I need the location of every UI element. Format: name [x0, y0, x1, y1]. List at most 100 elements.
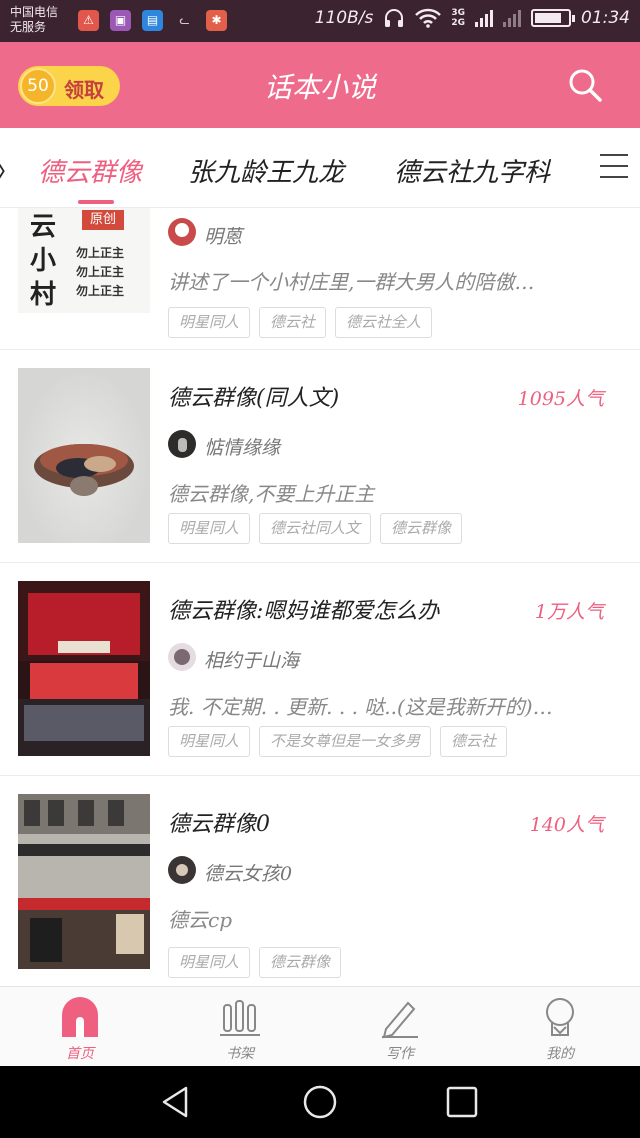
book-description: 德云cp [168, 908, 233, 932]
network-type-3g: 3G [451, 8, 465, 18]
author-avatar [168, 643, 196, 671]
cover-char-3: 村 [30, 280, 57, 310]
tag[interactable]: 德云群像 [259, 947, 342, 978]
notification-icons: ⚠ ▣ ▤ ᓚ ✱ [78, 10, 227, 31]
clock: 01:34 [581, 8, 630, 28]
cover-badge: 原创 [82, 210, 124, 230]
pencil-icon [382, 1001, 418, 1039]
nav-home-label: 首页 [66, 1046, 94, 1062]
book-title: 德云群像:嗯妈谁都爱怎么办 [168, 599, 440, 624]
book-item[interactable]: 德云群像:嗯妈谁都爱怎么办 1万人气 相约于山海 我. 不定期. . 更新. .… [0, 563, 640, 776]
no-signal-icon [503, 9, 521, 27]
cover-street-photo [18, 794, 150, 969]
system-nav-bar [0, 1066, 640, 1138]
author-name: 德云女孩0 [204, 863, 293, 885]
author-avatar [168, 430, 196, 458]
tag[interactable]: 明星同人 [168, 513, 251, 544]
app-title: 话本小说 [263, 71, 376, 104]
cover-title-text: 云 小 村 [30, 210, 56, 312]
home-circle-icon[interactable] [302, 1084, 338, 1120]
book-cover [18, 581, 150, 756]
menu-icon[interactable] [600, 154, 628, 180]
cat-app-icon: ᓚ [179, 13, 190, 27]
wifi-icon [415, 8, 442, 28]
cover-notice-line: 勿上正主 [76, 265, 125, 279]
service-status: 无服务 [10, 20, 47, 34]
back-icon[interactable] [158, 1084, 194, 1120]
status-right: 110B/s 3G 2G 01:34 [315, 8, 630, 28]
net-speed: 110B/s [314, 8, 374, 28]
tag[interactable]: 德云社同人文 [259, 513, 372, 544]
recents-icon[interactable] [444, 1084, 480, 1120]
signal-icon [475, 9, 493, 27]
book-list: 云 小 村 原创 勿上正主 勿上正主 勿上正主 明蒽 讲述了一个小村庄里,一群大… [0, 208, 640, 986]
book-cover: 云 小 村 原创 勿上正主 勿上正主 勿上正主 [18, 208, 150, 313]
popularity-count: 1095人气 [517, 388, 604, 410]
tag[interactable]: 德云群像 [380, 513, 463, 544]
book-item[interactable]: 云 小 村 原创 勿上正主 勿上正主 勿上正主 明蒽 讲述了一个小村庄里,一群大… [0, 208, 640, 350]
book-title: 德云群像(同人文) [168, 386, 340, 411]
sim-app-icon: ▤ [142, 10, 163, 31]
carrier-name: 中国电信 [10, 5, 59, 19]
tag[interactable]: 德云社全人 [335, 307, 433, 338]
cover-group-photo [34, 444, 134, 496]
cover-notice-line: 勿上正主 [76, 246, 125, 260]
profile-icon [546, 998, 574, 1036]
book-tags: 明星同人 德云社 德云社全人 [168, 307, 433, 338]
nav-profile[interactable]: 我的 [480, 987, 640, 1067]
carrier-info: 中国电信 无服务 [10, 5, 58, 35]
battery-icon [531, 9, 575, 27]
network-type-2g: 2G [451, 18, 465, 28]
author-name: 相约于山海 [204, 650, 300, 672]
headphones-icon [385, 9, 404, 27]
nav-profile-label: 我的 [546, 1046, 574, 1062]
book-cover [18, 794, 150, 969]
book-title: 德云群像0 [168, 812, 270, 837]
app-header: 50 领取 话本小说 [0, 42, 640, 128]
warning-app-icon: ⚠ [78, 10, 99, 31]
status-bar: 中国电信 无服务 ⚠ ▣ ▤ ᓚ ✱ 110B/s 3G 2G 01:34 [0, 0, 640, 42]
book-item[interactable]: 德云群像(同人文) 1095人气 惦情缘缘 德云群像,不要上升正主 明星同人 德… [0, 350, 640, 563]
book-cover [18, 368, 150, 543]
gallery-app-icon: ▣ [110, 10, 131, 31]
category-tabs: 〉 德云群像 张九龄王九龙 德云社九字科 [0, 128, 640, 208]
nav-bookshelf[interactable]: 书架 [160, 987, 320, 1067]
nav-write[interactable]: 写作 [320, 987, 480, 1067]
book-description: 讲述了一个小村庄里,一群大男人的陪傲… [168, 270, 535, 294]
tag[interactable]: 明星同人 [168, 726, 251, 757]
search-icon[interactable] [568, 68, 602, 102]
tab-deyunshe-jiuzike[interactable]: 德云社九字科 [394, 152, 550, 189]
cover-char-2: 小 [30, 246, 57, 276]
tab-partial-left[interactable]: 〉 [0, 152, 20, 189]
bookshelf-icon [220, 1000, 260, 1036]
book-tags: 明星同人 德云社同人文 德云群像 [168, 513, 463, 544]
network-type: 3G 2G [451, 8, 465, 28]
nav-bookshelf-label: 书架 [226, 1046, 254, 1062]
bottom-nav: 首页 书架 写作 我的 [0, 986, 640, 1066]
popularity-count: 1万人气 [534, 601, 604, 623]
home-icon [62, 997, 98, 1037]
tag[interactable]: 明星同人 [168, 947, 251, 978]
author-name: 明蒽 [204, 226, 243, 248]
author-name: 惦情缘缘 [204, 437, 281, 459]
cover-notice-line: 勿上正主 [76, 284, 125, 298]
tag[interactable]: 德云社 [259, 307, 327, 338]
tab-zhang-jiuling-wang-jiulong[interactable]: 张九龄王九龙 [188, 152, 344, 189]
author-avatar [168, 856, 196, 884]
cover-notice: 勿上正主 勿上正主 勿上正主 [76, 244, 124, 301]
book-description: 我. 不定期. . 更新. . . 哒..(这是我新开的)… [168, 695, 553, 719]
cover-char-1: 云 [30, 212, 57, 242]
tag[interactable]: 德云社 [440, 726, 508, 757]
toolbox-app-icon: ✱ [206, 10, 227, 31]
tab-deyun-qunxiang[interactable]: 德云群像 [38, 152, 142, 189]
popularity-count: 140人气 [529, 814, 604, 836]
tag[interactable]: 明星同人 [168, 307, 251, 338]
book-item[interactable]: 德云群像0 140人气 德云女孩0 德云cp 明星同人 德云群像 [0, 776, 640, 986]
nav-home[interactable]: 首页 [0, 987, 160, 1067]
tag[interactable]: 不是女尊但是一女多男 [259, 726, 432, 757]
active-tab-indicator [78, 200, 114, 204]
book-tags: 明星同人 不是女尊但是一女多男 德云社 [168, 726, 508, 757]
author-avatar [168, 218, 196, 246]
book-tags: 明星同人 德云群像 [168, 947, 342, 978]
cover-stage-photo [18, 581, 150, 756]
